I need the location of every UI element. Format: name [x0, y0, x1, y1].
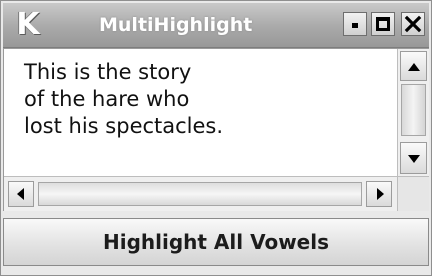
minimize-icon	[352, 23, 358, 28]
text-scroll-pane: This is the story of the hare who lost h…	[3, 48, 429, 211]
scrollbar-corner	[397, 176, 429, 211]
close-icon	[404, 15, 422, 33]
text-area[interactable]: This is the story of the hare who lost h…	[4, 49, 394, 173]
arrow-up-icon	[408, 63, 420, 71]
close-button[interactable]	[401, 12, 425, 36]
arrow-right-icon	[377, 188, 384, 200]
arrow-left-icon	[17, 188, 24, 200]
button-panel: Highlight All Vowels	[3, 214, 429, 273]
vertical-scrollbar[interactable]	[397, 49, 429, 176]
highlight-vowels-button[interactable]: Highlight All Vowels	[3, 218, 429, 266]
horizontal-scrollbar[interactable]	[4, 176, 397, 211]
arrow-down-icon	[408, 155, 420, 163]
title-bar[interactable]: K MultiHighlight	[3, 3, 429, 48]
vertical-scroll-thumb[interactable]	[401, 84, 426, 136]
horizontal-scroll-thumb[interactable]	[38, 182, 362, 206]
scroll-up-button[interactable]	[400, 51, 427, 81]
maximize-button[interactable]	[371, 12, 395, 36]
app-icon-glyph: K	[16, 7, 40, 42]
scroll-right-button[interactable]	[366, 181, 392, 207]
minimize-button[interactable]	[343, 12, 367, 36]
scroll-down-button[interactable]	[400, 142, 427, 174]
maximize-icon	[376, 17, 390, 31]
app-window: K MultiHighlight This is the story of th…	[0, 0, 432, 276]
kde-k-icon[interactable]: K	[11, 8, 45, 42]
window-title: MultiHighlight	[99, 14, 253, 36]
scroll-left-button[interactable]	[8, 181, 34, 207]
